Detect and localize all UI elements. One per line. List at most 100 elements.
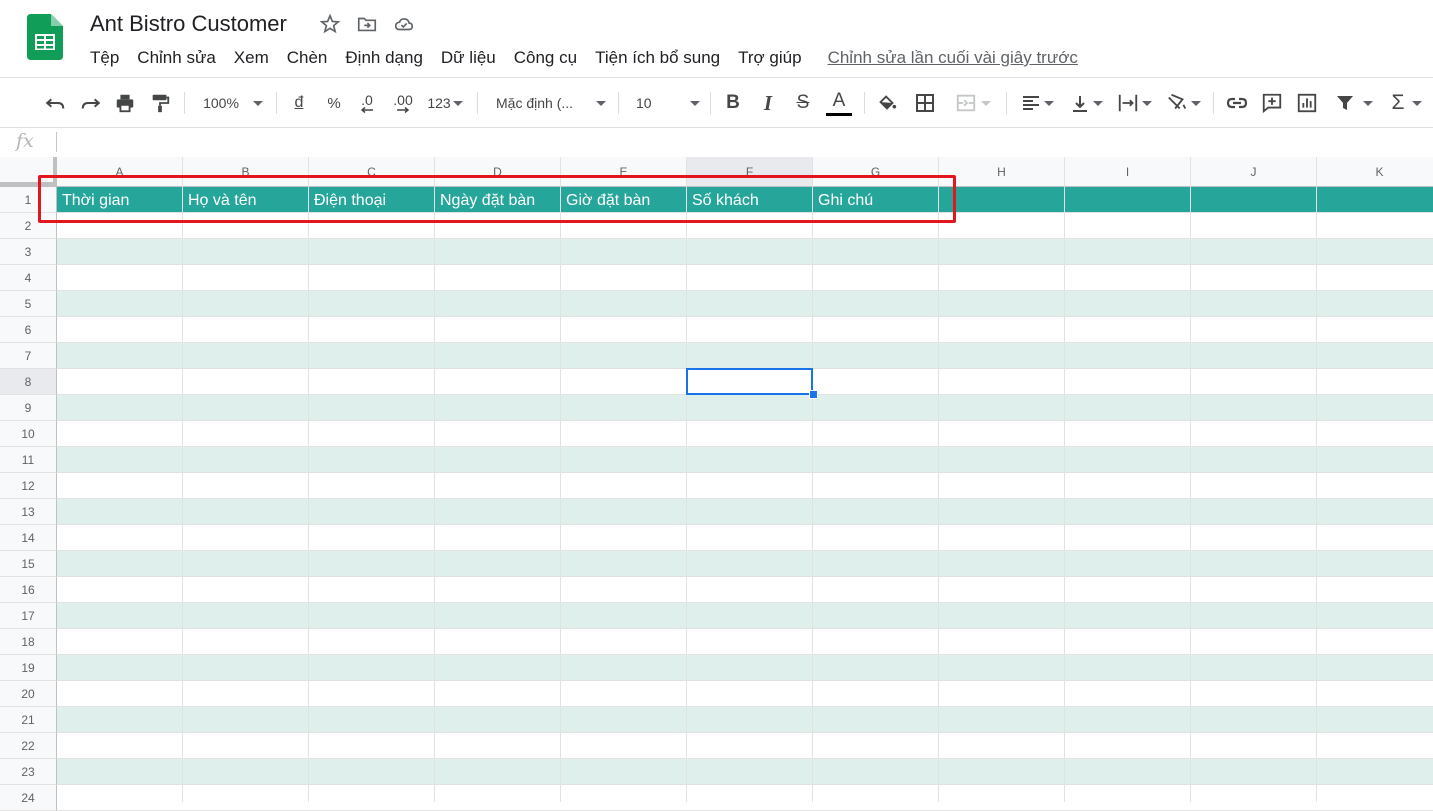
borders-icon[interactable] xyxy=(912,84,938,122)
row-header-21[interactable]: 21 xyxy=(0,707,57,733)
row-header-13[interactable]: 13 xyxy=(0,499,57,525)
insert-comment-icon[interactable] xyxy=(1259,84,1285,122)
menu-help[interactable]: Trợ giúp xyxy=(738,46,801,70)
menu-edit[interactable]: Chỉnh sửa xyxy=(137,46,215,70)
column-header-i[interactable]: I xyxy=(1065,157,1191,187)
toolbar-divider xyxy=(710,92,711,114)
menu-file[interactable]: Tệp xyxy=(90,46,119,70)
filter-icon[interactable] xyxy=(1330,84,1378,122)
percent-format-button[interactable]: % xyxy=(322,84,346,122)
table-row[interactable] xyxy=(57,343,1433,369)
font-family-select[interactable]: Mặc định (... xyxy=(490,84,608,122)
column-gridline xyxy=(308,187,309,802)
decrease-decimal-label: .0 xyxy=(361,92,373,108)
table-row[interactable] xyxy=(57,733,1433,759)
row-header-16[interactable]: 16 xyxy=(0,577,57,603)
row-header-9[interactable]: 9 xyxy=(0,395,57,421)
merge-cells-icon[interactable] xyxy=(948,84,998,122)
strikethrough-button[interactable]: S xyxy=(791,84,815,122)
highlight-annotation xyxy=(38,175,956,223)
zoom-select[interactable]: 100% xyxy=(196,84,270,122)
functions-icon[interactable]: Σ xyxy=(1386,84,1428,122)
table-row[interactable] xyxy=(57,525,1433,551)
table-row[interactable] xyxy=(57,239,1433,265)
row-header-23[interactable]: 23 xyxy=(0,759,57,785)
toolbar-divider xyxy=(1006,92,1007,114)
last-edit-link[interactable]: Chỉnh sửa lần cuối vài giây trước xyxy=(828,48,1078,68)
row-header-5[interactable]: 5 xyxy=(0,291,57,317)
row-header-20[interactable]: 20 xyxy=(0,681,57,707)
row-header-6[interactable]: 6 xyxy=(0,317,57,343)
horizontal-align-icon[interactable] xyxy=(1016,84,1058,122)
table-row[interactable] xyxy=(57,473,1433,499)
paint-format-icon[interactable] xyxy=(147,84,173,122)
increase-decimal-button[interactable]: .00 xyxy=(389,84,417,122)
row-header-14[interactable]: 14 xyxy=(0,525,57,551)
cloud-status-icon[interactable] xyxy=(393,13,415,35)
menu-insert[interactable]: Chèn xyxy=(287,46,328,70)
table-row[interactable] xyxy=(57,551,1433,577)
more-formats-button[interactable]: 123 xyxy=(424,84,466,122)
text-rotation-icon[interactable] xyxy=(1162,84,1204,122)
row-header-19[interactable]: 19 xyxy=(0,655,57,681)
redo-icon[interactable] xyxy=(78,84,104,122)
row-header-22[interactable]: 22 xyxy=(0,733,57,759)
text-wrapping-icon[interactable] xyxy=(1113,84,1155,122)
table-row[interactable] xyxy=(57,265,1433,291)
column-header-k[interactable]: K xyxy=(1317,157,1433,187)
menu-format[interactable]: Định dạng xyxy=(345,46,423,70)
column-gridline xyxy=(182,187,183,802)
menu-data[interactable]: Dữ liệu xyxy=(441,46,496,70)
text-color-button[interactable]: A xyxy=(825,84,853,122)
row-header-11[interactable]: 11 xyxy=(0,447,57,473)
table-row[interactable] xyxy=(57,629,1433,655)
table-row[interactable] xyxy=(57,785,1433,811)
fill-color-icon[interactable] xyxy=(874,84,900,122)
sheets-logo-icon[interactable] xyxy=(27,14,63,60)
currency-format-button[interactable]: đ xyxy=(288,84,310,122)
table-row[interactable] xyxy=(57,603,1433,629)
row-header-12[interactable]: 12 xyxy=(0,473,57,499)
fill-handle[interactable] xyxy=(809,390,818,399)
menu-view[interactable]: Xem xyxy=(234,46,269,70)
row-header-4[interactable]: 4 xyxy=(0,265,57,291)
star-icon[interactable] xyxy=(319,13,341,35)
table-row[interactable] xyxy=(57,655,1433,681)
row-header-8[interactable]: 8 xyxy=(0,369,57,395)
column-gridline xyxy=(560,187,561,802)
vertical-align-icon[interactable] xyxy=(1066,84,1106,122)
row-header-17[interactable]: 17 xyxy=(0,603,57,629)
column-header-h[interactable]: H xyxy=(939,157,1065,187)
column-header-j[interactable]: J xyxy=(1191,157,1317,187)
row-header-10[interactable]: 10 xyxy=(0,421,57,447)
table-row[interactable] xyxy=(57,317,1433,343)
decrease-decimal-button[interactable]: .0 xyxy=(354,84,380,122)
table-row[interactable] xyxy=(57,291,1433,317)
table-row[interactable] xyxy=(57,707,1433,733)
font-size-select[interactable]: 10 xyxy=(630,84,700,122)
table-row[interactable] xyxy=(57,759,1433,785)
row-header-15[interactable]: 15 xyxy=(0,551,57,577)
table-row[interactable] xyxy=(57,421,1433,447)
row-header-3[interactable]: 3 xyxy=(0,239,57,265)
row-header-7[interactable]: 7 xyxy=(0,343,57,369)
table-row[interactable] xyxy=(57,499,1433,525)
table-row[interactable] xyxy=(57,447,1433,473)
insert-chart-icon[interactable] xyxy=(1294,84,1320,122)
table-row[interactable] xyxy=(57,395,1433,421)
table-row[interactable] xyxy=(57,681,1433,707)
undo-icon[interactable] xyxy=(42,84,68,122)
table-row[interactable] xyxy=(57,577,1433,603)
menu-addons[interactable]: Tiện ích bổ sung xyxy=(595,46,720,70)
move-to-folder-icon[interactable] xyxy=(356,13,378,35)
selected-cell[interactable] xyxy=(686,368,813,395)
row-header-24[interactable]: 24 xyxy=(0,785,57,811)
row-header-18[interactable]: 18 xyxy=(0,629,57,655)
formula-input[interactable] xyxy=(66,130,1426,154)
italic-button[interactable]: I xyxy=(756,84,780,122)
bold-button[interactable]: B xyxy=(721,84,745,122)
menu-tools[interactable]: Công cụ xyxy=(514,46,577,70)
insert-link-icon[interactable] xyxy=(1224,84,1250,122)
document-title[interactable]: Ant Bistro Customer xyxy=(90,10,287,38)
print-icon[interactable] xyxy=(112,84,138,122)
